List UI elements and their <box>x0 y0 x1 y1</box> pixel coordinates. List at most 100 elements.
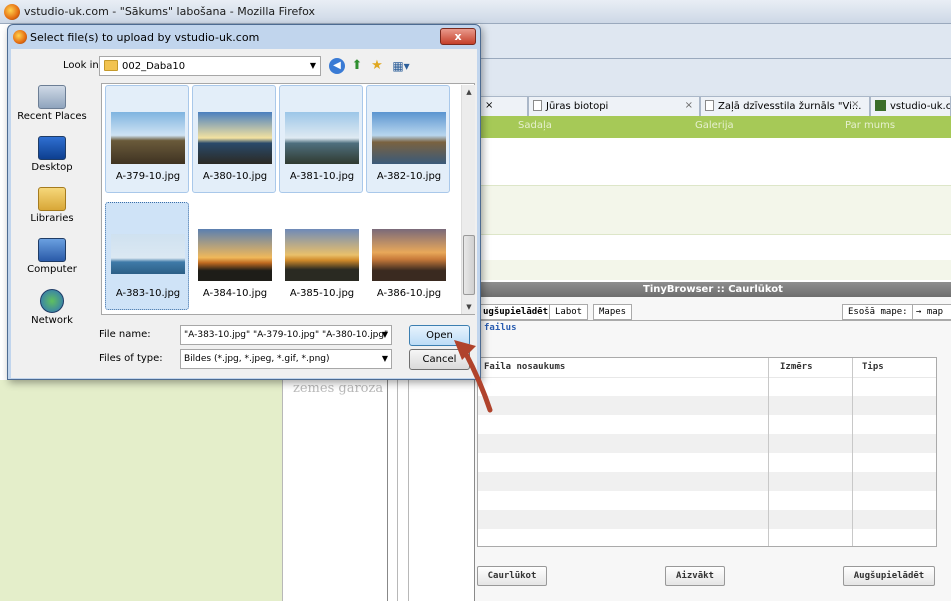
back-icon[interactable]: ◀ <box>329 58 345 74</box>
file-type-value: Bildes (*.jpg, *.jpeg, *.gif, *.png) <box>184 354 330 364</box>
file-type-select[interactable]: Bildes (*.jpg, *.jpeg, *.gif, *.png) ▼ <box>180 349 392 369</box>
tab-close-icon[interactable]: × <box>685 100 693 111</box>
place-recent-places[interactable]: Recent Places <box>13 85 91 122</box>
file-item[interactable]: A-383-10.jpg <box>105 202 189 310</box>
image-thumbnail <box>372 229 446 281</box>
file-item[interactable]: A-382-10.jpg <box>366 85 450 193</box>
upload-button[interactable]: Augšupielādēt <box>843 566 935 586</box>
firefox-tabbar: × Jūras biotopi × Zaļā dzīvesstila žurnā… <box>480 94 951 116</box>
column-header-type: Tips <box>862 362 884 372</box>
column-divider <box>852 358 853 546</box>
file-item[interactable]: A-380-10.jpg <box>192 85 276 193</box>
divider <box>387 380 388 601</box>
file-list: A-379-10.jpg A-380-10.jpg A-381-10.jpg A… <box>101 83 475 315</box>
computer-icon <box>38 238 66 262</box>
tab-folders[interactable]: Mapes <box>593 304 633 320</box>
tab-vstudio[interactable]: vstudio-uk.com <box>870 96 951 116</box>
tab-label: Jūras biotopi <box>546 101 609 112</box>
place-desktop[interactable]: Desktop <box>13 136 91 173</box>
scroll-down-icon[interactable]: ▼ <box>462 300 476 314</box>
tab-close-icon[interactable]: × <box>485 100 493 111</box>
vstudio-favicon-icon <box>875 100 886 111</box>
scrollbar-thumb[interactable] <box>463 235 475 295</box>
place-network[interactable]: Network <box>13 289 91 326</box>
file-item[interactable]: A-385-10.jpg <box>279 202 363 310</box>
table-row <box>478 472 936 491</box>
places-bar: Recent Places Desktop Libraries Computer… <box>11 83 93 378</box>
tab-zala-dzivesstila[interactable]: Zaļā dzīvesstila žurnāls "Vi... <box>700 96 870 116</box>
existing-folder-select[interactable]: → map <box>912 304 951 320</box>
close-button[interactable]: Aizvākt <box>665 566 725 586</box>
look-in-label: Look in: <box>63 60 103 71</box>
column-divider <box>768 358 769 546</box>
tab-close-icon[interactable]: × <box>851 96 865 116</box>
tab-label: vstudio-uk.com <box>890 101 951 112</box>
nav-par-mums[interactable]: Par mums <box>845 120 895 131</box>
place-label: Network <box>31 315 73 326</box>
desktop-icon <box>38 136 66 160</box>
scroll-up-icon[interactable]: ▲ <box>462 85 476 99</box>
file-name-value: "A-383-10.jpg" "A-379-10.jpg" "A-380-10.… <box>184 330 392 340</box>
tinybrowser-title: TinyBrowser :: Caurlūkot <box>475 282 951 297</box>
tab-juras-biotopi[interactable]: Jūras biotopi × <box>528 96 700 116</box>
place-libraries[interactable]: Libraries <box>13 187 91 224</box>
view-menu-icon[interactable]: ▦▾ <box>389 58 413 74</box>
page-band <box>480 260 951 280</box>
up-folder-icon[interactable]: ⬆ <box>349 58 365 74</box>
firefox-window-title: vstudio-uk.com - "Sākums" labošana - Moz… <box>24 5 316 18</box>
table-row <box>478 396 936 415</box>
page-text: zemes garoza <box>293 381 384 396</box>
file-name: A-386-10.jpg <box>376 288 442 299</box>
place-label: Desktop <box>31 162 73 173</box>
document-icon <box>533 100 542 111</box>
file-name-input[interactable]: "A-383-10.jpg" "A-379-10.jpg" "A-380-10.… <box>180 325 392 345</box>
place-label: Recent Places <box>17 111 87 122</box>
file-item[interactable]: A-386-10.jpg <box>366 202 450 310</box>
table-row <box>478 510 936 529</box>
nav-galerija[interactable]: Galerija <box>695 120 734 131</box>
image-thumbnail <box>285 229 359 281</box>
recent-places-icon <box>38 85 66 109</box>
file-item[interactable]: A-379-10.jpg <box>105 85 189 193</box>
folder-icon <box>104 60 118 71</box>
libraries-icon <box>38 187 66 211</box>
file-list-scrollbar[interactable]: ▲ ▼ <box>461 85 475 314</box>
dialog-title: Select file(s) to upload by vstudio-uk.c… <box>30 31 260 44</box>
look-in-combo[interactable]: 002_Daba10 ▼ <box>99 56 321 76</box>
upload-file-table: Faila nosaukums Izmērs Tips <box>477 357 937 547</box>
dialog-close-button[interactable]: x <box>440 28 476 45</box>
file-name: A-383-10.jpg <box>115 288 181 299</box>
divider <box>282 380 283 601</box>
place-computer[interactable]: Computer <box>13 238 91 275</box>
page-sidebar-background <box>0 380 282 601</box>
image-thumbnail <box>285 112 359 164</box>
file-name: A-382-10.jpg <box>376 171 442 182</box>
network-icon <box>40 289 64 313</box>
chevron-down-icon[interactable]: ▼ <box>382 330 388 339</box>
file-item[interactable]: A-381-10.jpg <box>279 85 363 193</box>
tinybrowser-panel: TinyBrowser :: Caurlūkot ugšupielādēt La… <box>474 282 951 601</box>
table-row <box>478 434 936 453</box>
divider <box>397 380 398 601</box>
tab-partial[interactable]: × <box>480 96 528 116</box>
file-name-label: File name: <box>99 329 151 340</box>
file-item[interactable]: A-384-10.jpg <box>192 202 276 310</box>
page-band <box>480 185 951 235</box>
nav-sadala[interactable]: Sadaļa <box>518 120 552 131</box>
firefox-logo-icon <box>4 4 20 20</box>
browse-button[interactable]: Caurlūkot <box>477 566 547 586</box>
look-in-value: 002_Daba10 <box>122 61 186 72</box>
file-name: A-379-10.jpg <box>115 171 181 182</box>
tab-upload[interactable]: ugšupielādēt <box>477 304 555 320</box>
new-folder-icon[interactable]: ★ <box>369 58 385 74</box>
place-label: Computer <box>27 264 77 275</box>
firefox-titlebar: vstudio-uk.com - "Sākums" labošana - Moz… <box>0 0 951 24</box>
tab-edit[interactable]: Labot <box>549 304 589 320</box>
file-type-label: Files of type: <box>99 353 163 364</box>
site-navigation: Sadaļa Galerija Par mums <box>480 116 951 138</box>
image-thumbnail <box>111 112 185 164</box>
file-name: A-385-10.jpg <box>289 288 355 299</box>
chevron-down-icon[interactable]: ▼ <box>382 354 388 363</box>
file-name: A-381-10.jpg <box>289 171 355 182</box>
place-label: Libraries <box>30 213 74 224</box>
